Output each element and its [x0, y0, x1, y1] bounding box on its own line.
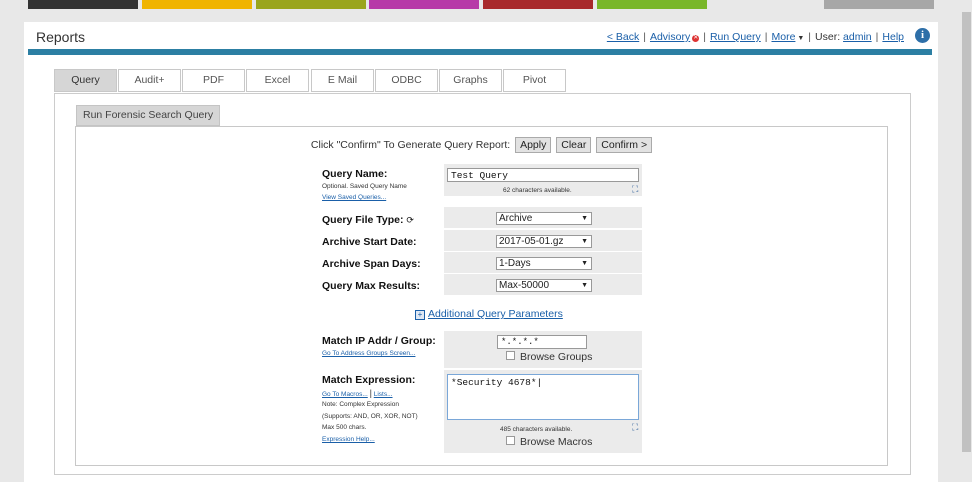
advisory-alert-icon: ✕: [692, 35, 700, 42]
chevron-down-icon: ▼: [795, 35, 805, 42]
span-days-select[interactable]: 1-Days ▼: [496, 257, 592, 270]
text-cursor: |: [536, 377, 543, 388]
tab-audit[interactable]: Audit+: [118, 69, 181, 92]
info-icon[interactable]: i: [915, 28, 930, 43]
tab-graphs[interactable]: Graphs: [439, 69, 502, 92]
file-type-select[interactable]: Archive ▼: [496, 212, 592, 225]
color-tab-1[interactable]: [28, 0, 138, 9]
tab-pivot[interactable]: Pivot: [503, 69, 566, 92]
dropdown-arrow-icon: ▼: [581, 260, 588, 267]
apply-button[interactable]: Apply: [515, 137, 552, 153]
color-tab-2[interactable]: [142, 0, 252, 9]
header-divider: [28, 49, 932, 55]
match-expression-input[interactable]: *Security 4678*|: [447, 374, 639, 420]
scrollbar-thumb[interactable]: [962, 12, 971, 452]
file-type-label: Query File Type: ⟳: [322, 214, 414, 226]
additional-parameters-link[interactable]: + Additional Query Parameters: [415, 308, 563, 320]
lists-link[interactable]: Lists...: [374, 391, 393, 398]
advisory-link[interactable]: Advisory: [650, 31, 690, 43]
confirm-instructions: Click "Confirm" To Generate Query Report…: [310, 138, 511, 151]
query-name-note: Optional. Saved Query Name: [322, 183, 407, 190]
macros-links: Go To Macros... | Lists...: [322, 388, 393, 398]
query-form: Click "Confirm" To Generate Query Report…: [75, 126, 888, 466]
query-name-label: Query Name:: [322, 168, 388, 180]
match-expression-label: Match Expression:: [322, 374, 416, 386]
match-ip-input[interactable]: *.*.*.*: [497, 335, 587, 349]
match-ip-label: Match IP Addr / Group:: [322, 335, 436, 347]
clear-button[interactable]: Clear: [556, 137, 592, 153]
expression-note-3: Max 500 chars.: [322, 424, 367, 431]
help-link[interactable]: Help: [882, 31, 904, 43]
browse-macros-label: Browse Macros: [520, 436, 593, 448]
run-query-link[interactable]: Run Query: [710, 31, 761, 43]
confirm-button[interactable]: Confirm >: [596, 137, 653, 153]
color-tab-5[interactable]: [483, 0, 593, 9]
max-results-select[interactable]: Max-50000 ▼: [496, 279, 592, 292]
tab-email[interactable]: E Mail: [311, 69, 374, 92]
browse-groups-label: Browse Groups: [520, 351, 593, 363]
browse-macros-checkbox[interactable]: Browse Macros: [506, 436, 592, 448]
dropdown-arrow-icon: ▼: [581, 215, 588, 222]
tab-query[interactable]: Query: [54, 69, 117, 92]
color-tab-4[interactable]: [369, 0, 479, 9]
user-label: User:: [815, 31, 841, 43]
expand-icon[interactable]: ⛶: [632, 184, 638, 195]
expand-plus-icon: +: [415, 310, 425, 320]
expression-note-1: Note: Complex Expression: [322, 401, 399, 408]
query-panel: Run Forensic Search Query Click "Confirm…: [54, 93, 911, 475]
start-date-select[interactable]: 2017-05-01.gz ▼: [496, 235, 592, 248]
refresh-icon[interactable]: ⟳: [406, 215, 414, 225]
view-saved-queries-link[interactable]: View Saved Queries...: [322, 194, 386, 201]
span-days-label: Archive Span Days:: [322, 258, 421, 270]
color-tab-6[interactable]: [597, 0, 707, 9]
back-link[interactable]: < Back: [607, 31, 639, 43]
query-name-input[interactable]: Test Query: [447, 168, 639, 182]
color-tab-3[interactable]: [256, 0, 366, 9]
expression-help-link[interactable]: Expression Help...: [322, 436, 375, 443]
page-title: Reports: [36, 29, 86, 45]
max-results-label: Query Max Results:: [322, 280, 421, 292]
vertical-scrollbar[interactable]: [961, 0, 972, 470]
tab-pdf[interactable]: PDF: [182, 69, 245, 92]
go-to-macros-link[interactable]: Go To Macros...: [322, 391, 368, 398]
browse-groups-checkbox[interactable]: Browse Groups: [506, 351, 592, 363]
expand-icon[interactable]: ⛶: [632, 422, 638, 433]
tab-excel[interactable]: Excel: [246, 69, 309, 92]
start-date-label: Archive Start Date:: [322, 236, 417, 248]
address-groups-link[interactable]: Go To Address Groups Screen...: [322, 350, 415, 357]
reports-page: Reports < Back | Advisory ✕ | Run Query | More …: [24, 22, 938, 482]
subtab-run-forensic-search[interactable]: Run Forensic Search Query: [76, 105, 221, 126]
dropdown-arrow-icon: ▼: [581, 282, 588, 289]
more-menu[interactable]: More: [771, 31, 795, 43]
query-name-chars: 62 characters available.: [503, 187, 572, 194]
tab-odbc[interactable]: ODBC: [375, 69, 438, 92]
confirm-row: Click "Confirm" To Generate Query Report…: [76, 137, 887, 153]
expression-note-2: (Supports: AND, OR, XOR, NOT): [322, 413, 418, 420]
header-nav: < Back | Advisory ✕ | Run Query | More ▼ | User: …: [606, 31, 904, 43]
user-link[interactable]: admin: [843, 31, 872, 43]
match-expression-chars: 485 characters available.: [500, 426, 573, 433]
color-tab-7[interactable]: [824, 0, 934, 9]
dropdown-arrow-icon: ▼: [581, 238, 588, 245]
